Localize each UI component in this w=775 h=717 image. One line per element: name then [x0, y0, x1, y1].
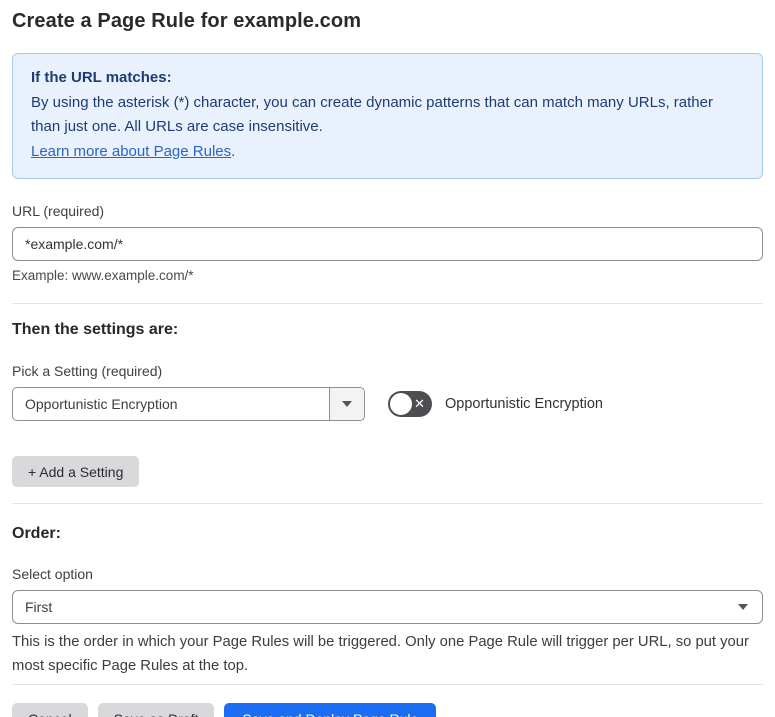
- save-and-deploy-button[interactable]: Save and Deploy Page Rule: [224, 703, 437, 717]
- info-box-heading: If the URL matches:: [31, 69, 172, 86]
- divider: [12, 303, 763, 304]
- footer-actions: Cancel Save as Draft Save and Deploy Pag…: [12, 703, 763, 717]
- order-helper-text: This is the order in which your Page Rul…: [12, 634, 749, 674]
- toggle-knob: [390, 393, 412, 415]
- opportunistic-encryption-toggle[interactable]: ✕: [388, 391, 432, 417]
- url-input[interactable]: [12, 227, 763, 261]
- cancel-button[interactable]: Cancel: [12, 703, 88, 717]
- url-match-info-box: If the URL matches: By using the asteris…: [12, 53, 763, 179]
- url-example-helper: Example: www.example.com/*: [12, 268, 194, 283]
- setting-row: Opportunistic Encryption ✕ Opportunistic…: [12, 387, 763, 421]
- setting-select-value: Opportunistic Encryption: [25, 396, 178, 412]
- setting-picker-label: Pick a Setting (required): [12, 363, 163, 379]
- info-box-body: By using the asterisk (*) character, you…: [31, 93, 713, 136]
- settings-heading: Then the settings are:: [12, 321, 179, 338]
- save-as-draft-button[interactable]: Save as Draft: [97, 703, 215, 717]
- add-setting-button[interactable]: + Add a Setting: [12, 456, 140, 487]
- order-select-label: Select option: [12, 566, 93, 582]
- order-select[interactable]: First: [12, 590, 763, 624]
- page-title: Create a Page Rule for example.com: [12, 10, 362, 32]
- url-field-label: URL (required): [12, 203, 105, 219]
- setting-select[interactable]: Opportunistic Encryption: [12, 387, 365, 421]
- page-rule-form: Create a Page Rule for example.com If th…: [0, 10, 775, 717]
- toggle-setting-label: Opportunistic Encryption: [445, 396, 603, 412]
- chevron-down-icon: [342, 401, 352, 407]
- link-period: .: [231, 142, 236, 160]
- divider: [12, 503, 763, 504]
- order-select-value: First: [25, 599, 53, 615]
- info-box-link-line: Learn more about Page Rules.: [31, 140, 744, 165]
- learn-more-link[interactable]: Learn more about Page Rules: [31, 143, 231, 160]
- chevron-down-icon: [738, 604, 748, 610]
- setting-select-caret-segment[interactable]: [329, 388, 364, 420]
- toggle-off-x-icon: ✕: [414, 396, 425, 412]
- order-heading: Order:: [12, 525, 61, 542]
- divider: [12, 684, 763, 685]
